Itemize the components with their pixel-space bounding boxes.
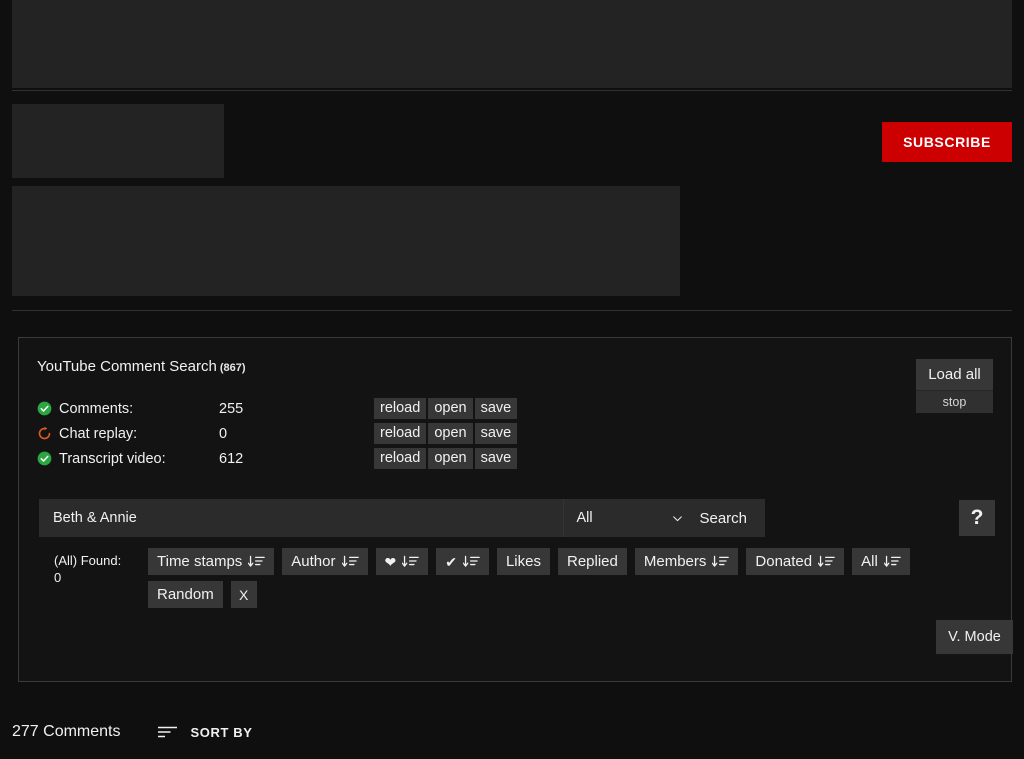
found-scope: (All) Found: (54, 553, 122, 568)
help-button[interactable]: ? (959, 500, 995, 536)
sort-descending-icon (712, 555, 730, 567)
found-count: 0 (54, 570, 62, 585)
youtube-comment-search-panel: YouTube Comment Search (867) Load all sto… (18, 337, 1013, 682)
open-comments-button[interactable]: open (428, 398, 473, 419)
check-circle-icon (37, 451, 52, 466)
filter-toolbar: Time stamps Author ❤ ✔ Likes Replied Mem… (148, 548, 988, 608)
reload-comments-button[interactable]: reload (374, 398, 427, 419)
filter-author-button[interactable]: Author (282, 548, 368, 575)
filter-members-button[interactable]: Members (634, 548, 739, 575)
filter-label: Author (291, 553, 336, 570)
status-rows: Comments: 255 reload open save Chat repl… (37, 396, 518, 471)
filter-label: Donated (755, 553, 813, 570)
comments-count: 277 Comments (12, 723, 121, 740)
divider-below-meta (12, 310, 1012, 311)
status-row: Transcript video: 612 reload open save (37, 446, 518, 471)
search-input[interactable] (39, 499, 564, 537)
filter-label: X (239, 586, 249, 603)
video-player-placeholder (12, 0, 1012, 88)
sort-descending-icon (462, 555, 480, 567)
search-submit-button[interactable]: Search (685, 499, 765, 537)
save-transcript-button[interactable]: save (474, 448, 518, 469)
filter-checked-button[interactable]: ✔ (436, 548, 489, 575)
sort-by-control[interactable]: SORT BY (157, 724, 253, 740)
comments-header: 277 Comments SORT BY (12, 723, 252, 741)
load-controls: Load all stop (916, 359, 993, 413)
sort-lines-icon (157, 726, 177, 738)
check-circle-icon (37, 401, 52, 416)
save-comments-button[interactable]: save (474, 398, 518, 419)
filter-label: Likes (505, 553, 541, 570)
filter-donated-button[interactable]: Donated (746, 548, 845, 575)
status-actions: reload open save (374, 423, 518, 444)
open-chat-replay-button[interactable]: open (428, 423, 473, 444)
filter-time-stamps-button[interactable]: Time stamps (148, 548, 275, 575)
filter-label: All (861, 553, 878, 570)
filter-label: Time stamps (157, 553, 243, 570)
open-transcript-button[interactable]: open (428, 448, 473, 469)
found-label: (All) Found: 0 (54, 552, 156, 586)
page-root: SUBSCRIBE YouTube Comment Search (867) Lo… (0, 0, 1024, 759)
heart-icon: ❤ (384, 553, 397, 570)
filter-hearted-button[interactable]: ❤ (375, 548, 429, 575)
status-label: Chat replay: (59, 425, 138, 442)
sort-descending-icon (402, 555, 420, 567)
filter-clear-button[interactable]: X (230, 581, 257, 608)
subscribe-button[interactable]: SUBSCRIBE (882, 122, 1012, 162)
status-label: Comments: (59, 400, 134, 417)
status-value: 255 (219, 400, 244, 417)
channel-avatar-placeholder (12, 104, 224, 178)
search-scope-select[interactable]: All (563, 499, 692, 537)
status-value: 0 (219, 425, 228, 442)
search-bar: All Search (39, 499, 765, 537)
panel-title: YouTube Comment Search (867) (37, 358, 246, 375)
divider-top (12, 90, 1012, 91)
filter-label: Random (157, 586, 214, 603)
filter-likes-button[interactable]: Likes (496, 548, 550, 575)
v-mode-button[interactable]: V. Mode (936, 620, 1013, 654)
reload-chat-replay-button[interactable]: reload (374, 423, 427, 444)
save-chat-replay-button[interactable]: save (474, 423, 518, 444)
panel-title-count: (867) (219, 362, 246, 374)
video-meta-placeholder (12, 186, 680, 296)
sort-descending-icon (818, 555, 835, 567)
reload-transcript-button[interactable]: reload (374, 448, 427, 469)
status-actions: reload open save (374, 448, 518, 469)
filter-all-button[interactable]: All (852, 548, 910, 575)
sort-descending-icon (341, 555, 359, 567)
filter-label: Replied (567, 553, 618, 570)
status-value: 612 (219, 450, 244, 467)
sort-descending-icon (883, 555, 901, 567)
sort-by-label: SORT BY (190, 724, 253, 740)
status-row: Comments: 255 reload open save (37, 396, 518, 421)
filter-label: Members (643, 553, 707, 570)
filter-replied-button[interactable]: Replied (558, 548, 627, 575)
load-all-button[interactable]: Load all (916, 359, 993, 390)
status-actions: reload open save (374, 398, 518, 419)
status-label: Transcript video: (59, 450, 166, 467)
sort-descending-icon (248, 555, 266, 567)
status-row: Chat replay: 0 reload open save (37, 421, 518, 446)
panel-title-text: YouTube Comment Search (37, 358, 217, 375)
check-icon: ✔ (445, 553, 457, 570)
stop-button[interactable]: stop (916, 390, 993, 413)
loading-refresh-icon (38, 426, 51, 440)
filter-random-button[interactable]: Random (148, 581, 223, 608)
